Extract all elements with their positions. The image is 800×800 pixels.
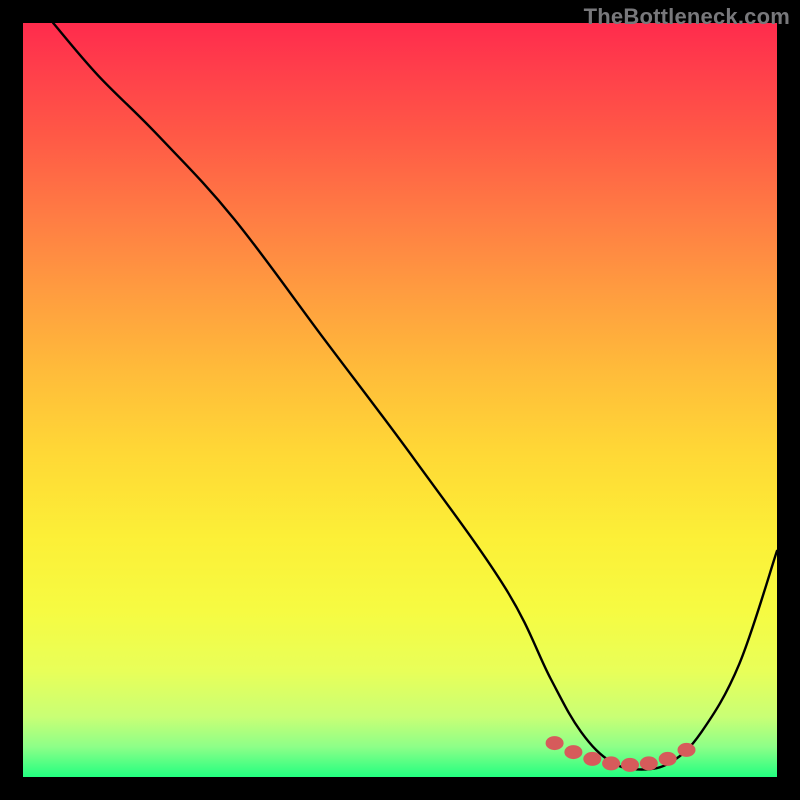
optimal-range-bead (564, 745, 582, 759)
bottleneck-curve (53, 23, 777, 770)
optimal-range-bead (678, 743, 696, 757)
chart-plot-area (23, 23, 777, 777)
optimal-range-bead (640, 756, 658, 770)
watermark-text: TheBottleneck.com (584, 4, 790, 30)
optimal-range-bead (546, 736, 564, 750)
chart-svg (23, 23, 777, 777)
optimal-range-bead (621, 758, 639, 772)
optimal-range-bead (583, 752, 601, 766)
optimal-range-bead (602, 756, 620, 770)
optimal-range-bead (659, 752, 677, 766)
